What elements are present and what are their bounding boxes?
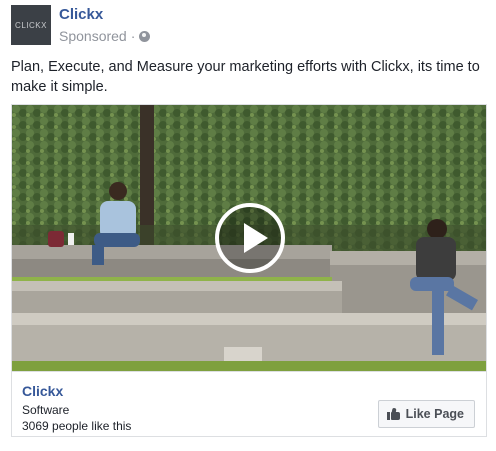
page-name-link[interactable]: Clickx: [59, 6, 150, 24]
like-page-label: Like Page: [405, 407, 464, 421]
play-icon[interactable]: [215, 203, 285, 273]
card-title-link[interactable]: Clickx: [22, 382, 63, 400]
meta-separator: ·: [130, 28, 136, 44]
header-text: Clickx Sponsored ·: [59, 5, 151, 47]
page-avatar[interactable]: CLICKX: [11, 5, 51, 45]
globe-icon[interactable]: [139, 30, 151, 42]
post-header: CLICKX Clickx Sponsored ·: [11, 5, 151, 47]
like-page-button[interactable]: Like Page: [377, 400, 475, 428]
thumbs-up-icon: [386, 407, 400, 420]
video-player[interactable]: [12, 105, 486, 371]
card-like-count: 3069 people like this: [22, 419, 132, 433]
post-message: Plan, Execute, and Measure your marketin…: [11, 59, 480, 95]
card-category: Software: [22, 403, 70, 417]
post-meta: Sponsored ·: [59, 26, 151, 46]
avatar-logo-text: CLICKX: [15, 20, 47, 30]
sponsored-label[interactable]: Sponsored: [59, 26, 127, 46]
ad-card: Clickx Software 3069 people like this Li…: [11, 104, 487, 437]
card-footer: Clickx Software 3069 people like this Li…: [12, 371, 486, 436]
